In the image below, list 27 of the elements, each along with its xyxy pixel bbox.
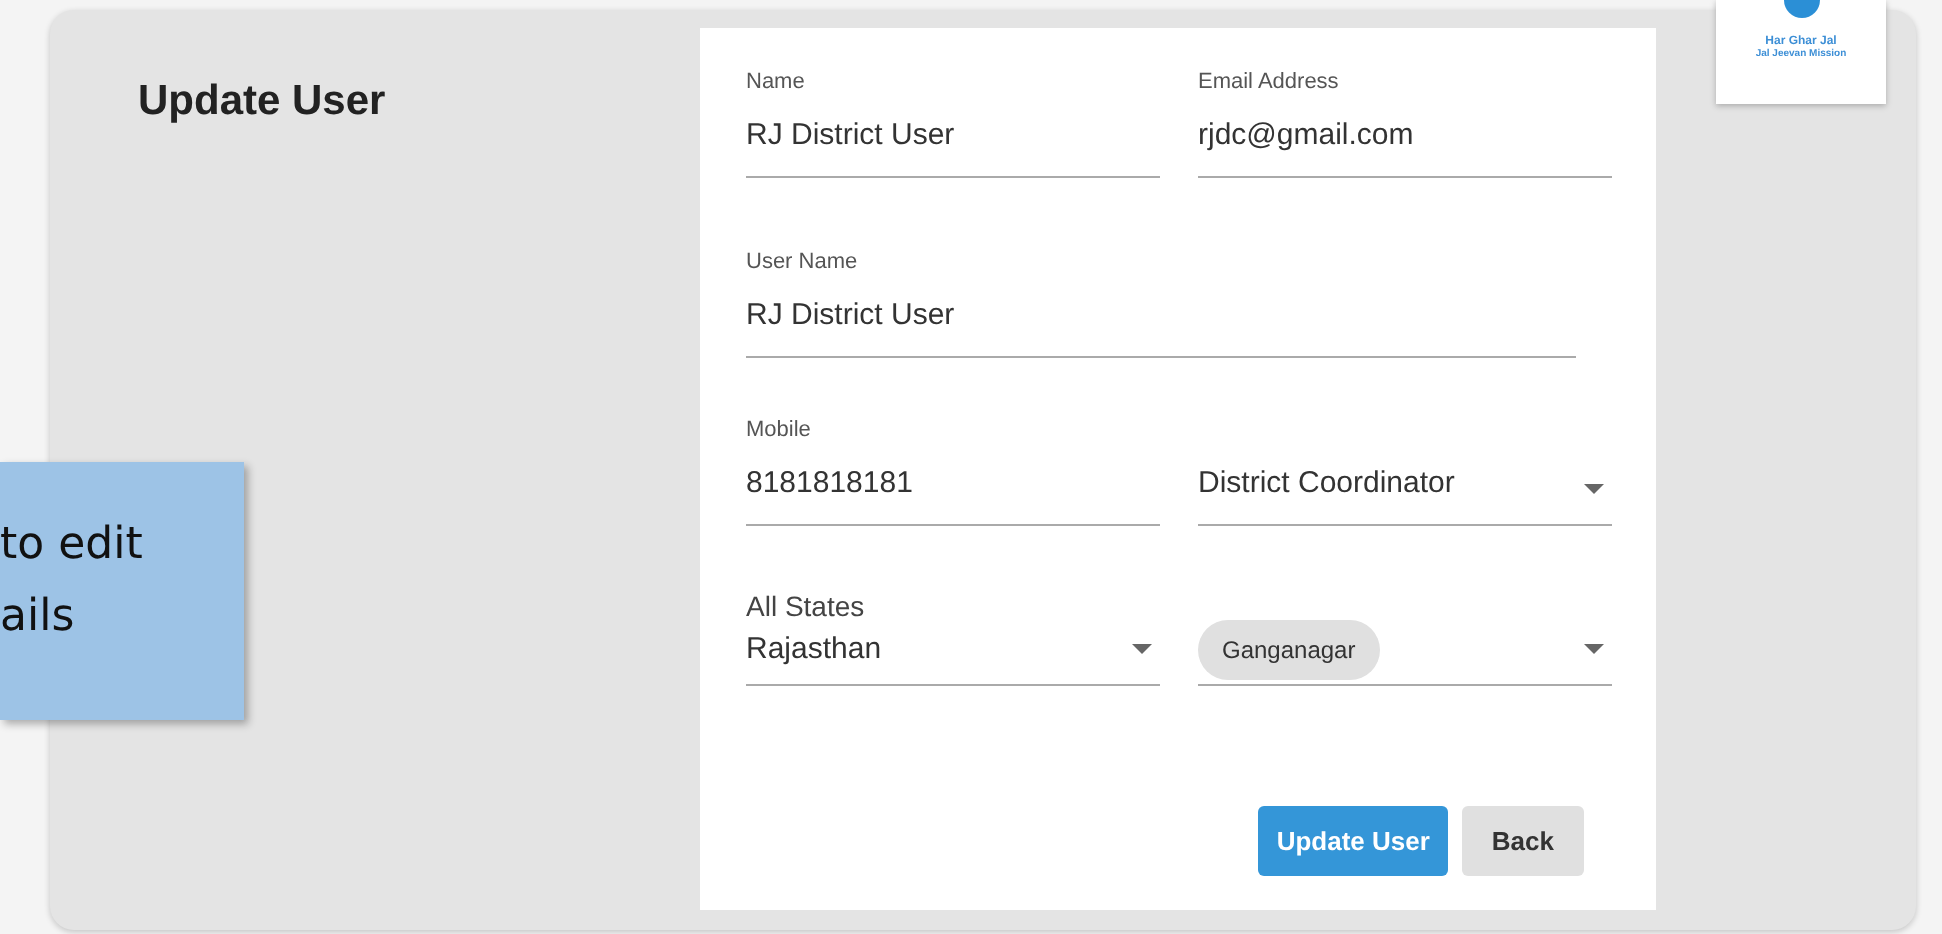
field-label: Email Address <box>1198 70 1339 94</box>
select-field[interactable]: All States Rajasthan <box>746 577 1160 686</box>
select-field[interactable]: Ganganagar <box>1198 577 1612 686</box>
select-field[interactable]: District Coordinator <box>1198 418 1612 526</box>
field-value: RJ District User <box>746 118 955 152</box>
field-label: Name <box>746 70 805 94</box>
dropdown-caret-icon <box>1584 484 1604 496</box>
select-label: All States <box>746 589 865 622</box>
callout-text: ails <box>0 590 77 646</box>
field-value: 8181818181 <box>746 466 913 500</box>
field-value: rjdc@gmail.com <box>1198 118 1414 152</box>
input-field[interactable]: Name RJ District User <box>746 70 1160 178</box>
dropdown-caret-icon <box>1132 643 1152 656</box>
field-value: RJ District User <box>746 298 955 333</box>
page-title: Update User <box>138 78 388 126</box>
field-label: User Name <box>746 250 858 275</box>
select-value: District Coordinator <box>1198 466 1455 500</box>
select-value: Rajasthan <box>746 631 882 666</box>
input-field[interactable]: User Name RJ District User <box>746 250 1576 359</box>
callout-text: to edit <box>0 518 145 574</box>
chip: Ganganagar <box>1198 619 1380 680</box>
input-field[interactable]: Email Address rjdc@gmail.com <box>1198 70 1612 178</box>
input-field[interactable]: Mobile 8181818181 <box>746 418 1160 526</box>
water-drop-icon <box>1783 0 1819 18</box>
back-button[interactable]: Back <box>1461 806 1584 876</box>
field-label: Mobile <box>746 418 811 442</box>
dropdown-caret-icon <box>1584 643 1604 656</box>
